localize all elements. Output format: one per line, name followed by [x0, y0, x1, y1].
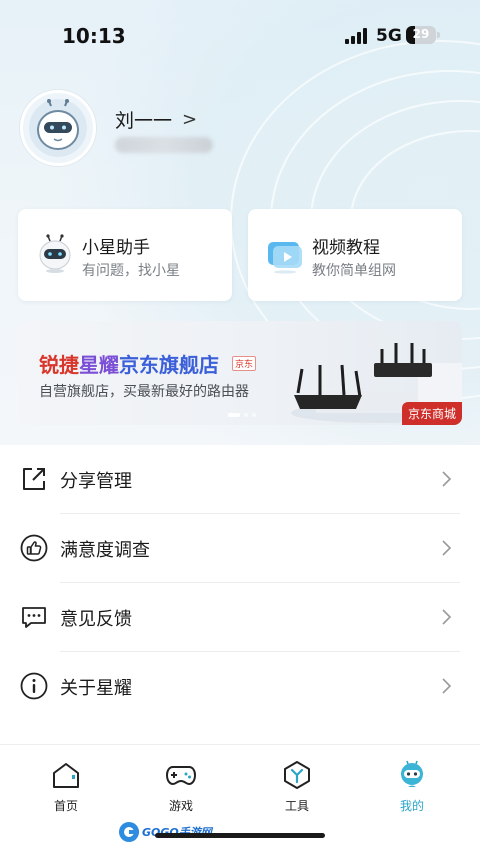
battery-tip	[437, 32, 440, 38]
jd-logo: 京东	[232, 356, 257, 371]
robot-avatar-icon	[29, 99, 87, 157]
menu-label-feedback: 意见反馈	[60, 609, 132, 630]
chevron-right-icon	[442, 609, 452, 625]
jd-mall-tag: 京东商城	[401, 402, 462, 425]
home-icon	[53, 763, 79, 788]
status-time: 10:13	[62, 24, 126, 48]
chevron-right-icon	[442, 540, 452, 556]
profile-name: 刘一一	[115, 110, 173, 132]
menu-item-satisfaction-survey[interactable]: 满意度调查	[0, 514, 480, 583]
banner-pagination	[228, 413, 256, 417]
watermark-logo: GOGO手游网	[118, 820, 218, 844]
banner-title: 锐捷星耀京东旗舰店	[39, 353, 219, 377]
home-indicator	[155, 833, 325, 838]
network-label: 5G	[376, 26, 402, 46]
tab-tools[interactable]: 工具	[257, 759, 337, 814]
tab-label-mine: 我的	[399, 799, 424, 813]
tab-home[interactable]: 首页	[26, 759, 106, 814]
menu-item-feedback[interactable]: 意见反馈	[0, 583, 480, 652]
chevron-right-icon	[442, 678, 452, 694]
video-tutorial-card-title: 视频教程	[312, 238, 380, 258]
tab-label-games: 游戏	[168, 799, 193, 813]
status-bar: 10:13 5G 29	[0, 0, 480, 70]
profile-name-row[interactable]: 刘一一 >	[115, 106, 197, 133]
tab-games[interactable]: 游戏	[141, 759, 221, 814]
tab-mine[interactable]: 我的	[372, 759, 452, 814]
signal-icon	[345, 28, 369, 44]
tools-icon	[284, 761, 310, 789]
jd-store-banner[interactable]: 锐捷星耀京东旗舰店 京东 自营旗舰店，买最新最好的路由器 京东商城	[18, 321, 462, 425]
gamepad-icon	[165, 766, 197, 786]
settings-menu: 分享管理 满意度调查 意见反馈 关于星耀	[0, 445, 480, 721]
menu-label-share-management: 分享管理	[60, 471, 132, 492]
chevron-right-icon	[442, 471, 452, 487]
watermark-icon	[119, 822, 139, 842]
phone-number-blurred	[115, 137, 213, 153]
avatar[interactable]	[20, 90, 96, 166]
tab-label-home: 首页	[53, 799, 78, 813]
assistant-card[interactable]: 小星助手 有问题，找小星	[18, 209, 232, 301]
menu-label-about: 关于星耀	[60, 678, 132, 699]
battery-level: 29	[412, 27, 430, 41]
menu-label-satisfaction-survey: 满意度调查	[60, 540, 150, 561]
tab-label-tools: 工具	[284, 799, 309, 813]
menu-item-about[interactable]: 关于星耀	[0, 652, 480, 721]
share-icon	[23, 468, 45, 490]
menu-item-share-management[interactable]: 分享管理	[0, 445, 480, 514]
mascot-icon	[401, 760, 423, 787]
assistant-card-title: 小星助手	[82, 238, 150, 258]
video-tutorial-card[interactable]: 视频教程 教你简单组网	[248, 209, 462, 301]
robot-assistant-icon	[39, 234, 71, 273]
battery-icon: 29	[406, 26, 436, 44]
feedback-icon	[22, 607, 46, 628]
assistant-card-subtitle: 有问题，找小星	[82, 263, 180, 279]
chevron-right-icon: >	[182, 109, 198, 130]
video-tutorial-icon	[268, 242, 302, 274]
info-icon	[20, 672, 48, 700]
banner-subtitle: 自营旗舰店，买最新最好的路由器	[39, 384, 249, 400]
video-tutorial-card-subtitle: 教你简单组网	[312, 263, 396, 279]
thumbs-up-icon	[20, 534, 48, 562]
